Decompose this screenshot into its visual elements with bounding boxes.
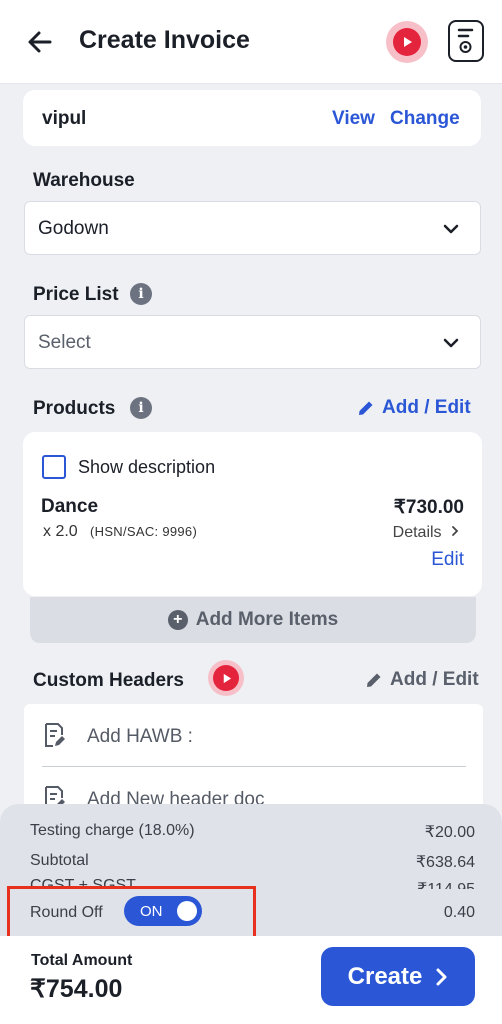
summary-row-label: Testing charge (18.0%) <box>30 822 195 839</box>
product-hsn: (HSN/SAC: 9996) <box>90 524 198 539</box>
show-description-label: Show description <box>78 457 216 477</box>
customer-name: vipul <box>42 108 87 129</box>
custom-header-label: Add HAWB : <box>87 726 193 747</box>
custom-headers-add-edit-label: Add / Edit <box>390 669 479 690</box>
custom-headers-add-edit-button[interactable]: Add / Edit <box>364 669 479 691</box>
products-card: Show description Dance x 2.0 (HSN/SAC: 9… <box>23 432 482 596</box>
add-more-items-button[interactable]: + Add More Items <box>30 597 476 643</box>
price-list-label: Price List <box>33 284 119 305</box>
summary-row-value: ₹114.95 <box>417 879 475 889</box>
summary-row-value: ₹20.00 <box>424 824 475 841</box>
view-customer-link[interactable]: View <box>332 108 375 130</box>
product-qty: x 2.0 <box>43 523 78 540</box>
product-details-link[interactable]: Details <box>393 524 460 542</box>
product-details-label: Details <box>392 524 442 541</box>
plus-icon: + <box>167 610 188 630</box>
pencil-icon <box>367 673 381 687</box>
info-icon[interactable]: i <box>130 397 152 419</box>
info-icon[interactable]: i <box>130 283 152 305</box>
round-off-value: 0.40 <box>443 904 475 921</box>
show-description-checkbox[interactable] <box>42 455 66 479</box>
warehouse-value: Godown <box>38 218 109 239</box>
products-label: Products <box>33 398 116 419</box>
total-amount-label: Total Amount <box>31 952 133 969</box>
product-name: Dance <box>41 496 99 517</box>
warehouse-select[interactable]: Godown <box>24 201 481 255</box>
create-button[interactable]: Create <box>321 947 475 1006</box>
summary-row-value: ₹638.64 <box>415 854 475 871</box>
summary-row-label: Subtotal <box>30 852 89 869</box>
custom-headers-video-button[interactable] <box>208 660 244 696</box>
warehouse-label: Warehouse <box>33 170 135 191</box>
document-edit-icon <box>45 723 65 747</box>
product-edit-link[interactable]: Edit <box>431 549 464 571</box>
chevron-down-icon <box>443 224 459 234</box>
page-title: Create Invoice <box>79 26 250 54</box>
video-tutorial-button[interactable] <box>386 21 428 63</box>
summary-row-testing-charge: Testing charge (18.0%) ₹20.00 <box>30 822 475 841</box>
price-list-select[interactable]: Select <box>24 315 481 369</box>
products-add-edit-button[interactable]: Add / Edit <box>356 397 471 419</box>
customer-card: vipul View Change <box>23 90 481 146</box>
create-button-label: Create <box>347 962 423 990</box>
chevron-right-icon <box>452 526 459 536</box>
chevron-right-icon <box>436 968 447 985</box>
footer-bar: Total Amount ₹754.00 Create <box>0 936 502 1024</box>
total-amount-value: ₹754.00 <box>30 975 123 1003</box>
price-list-value: Select <box>38 332 91 353</box>
play-icon <box>393 28 421 56</box>
products-add-edit-label: Add / Edit <box>382 397 471 418</box>
custom-header-row[interactable]: Add HAWB : <box>42 704 466 758</box>
custom-headers-label: Custom Headers <box>33 670 184 691</box>
invoice-settings-icon[interactable] <box>448 20 484 62</box>
chevron-down-icon <box>443 338 459 348</box>
product-price: ₹730.00 <box>393 497 464 518</box>
summary-row-subtotal: Subtotal ₹638.64 <box>30 852 475 871</box>
back-arrow-icon[interactable] <box>24 26 56 58</box>
change-customer-link[interactable]: Change <box>390 108 460 130</box>
add-more-items-label: Add More Items <box>195 609 339 630</box>
pencil-icon <box>359 401 373 415</box>
top-bar: Create Invoice <box>0 0 502 84</box>
play-icon <box>213 665 239 691</box>
